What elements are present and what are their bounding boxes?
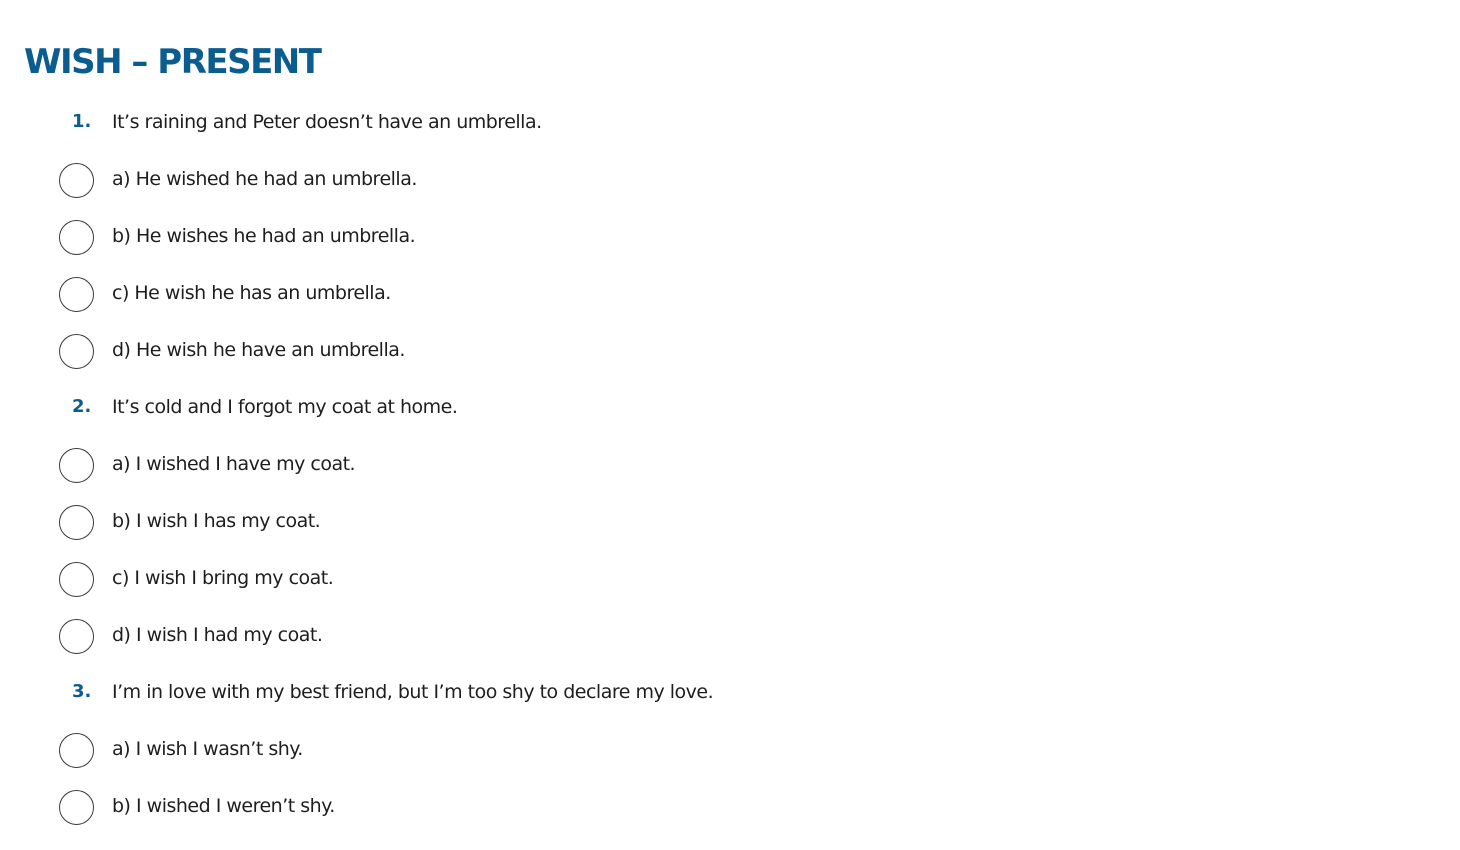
option-3a[interactable]: a) I wish I wasn’t shy. (0, 725, 1460, 782)
option-2b[interactable]: b) I wish I has my coat. (0, 497, 1460, 554)
question-2: 2. It’s cold and I forgot my coat at hom… (0, 383, 1460, 668)
radio-button[interactable] (59, 163, 94, 198)
option-label[interactable]: b) He wishes he had an umbrella. (112, 222, 416, 250)
page-title: WISH – PRESENT (24, 42, 322, 82)
radio-button[interactable] (59, 619, 94, 654)
option-label[interactable]: c) He wish he has an umbrella. (112, 279, 391, 307)
option-label[interactable]: b) I wish I has my coat. (112, 507, 321, 535)
radio-button[interactable] (59, 733, 94, 768)
question-number: 3. (72, 681, 92, 702)
option-label[interactable]: a) I wish I wasn’t shy. (112, 735, 303, 763)
question-text: I’m in love with my best friend, but I’m… (112, 681, 714, 703)
radio-button[interactable] (59, 334, 94, 369)
radio-button[interactable] (59, 448, 94, 483)
option-1b[interactable]: b) He wishes he had an umbrella. (0, 212, 1460, 269)
option-2a[interactable]: a) I wished I have my coat. (0, 440, 1460, 497)
option-3b[interactable]: b) I wished I weren’t shy. (0, 782, 1460, 839)
option-label[interactable]: d) I wish I had my coat. (112, 621, 323, 649)
option-label[interactable]: a) I wished I have my coat. (112, 450, 356, 478)
question-header: 2. It’s cold and I forgot my coat at hom… (0, 383, 1460, 440)
question-header: 3. I’m in love with my best friend, but … (0, 668, 1460, 725)
option-1a[interactable]: a) He wished he had an umbrella. (0, 155, 1460, 212)
question-text: It’s raining and Peter doesn’t have an u… (112, 111, 542, 133)
radio-button[interactable] (59, 220, 94, 255)
question-text: It’s cold and I forgot my coat at home. (112, 396, 458, 418)
option-label[interactable]: c) I wish I bring my coat. (112, 564, 334, 592)
option-2c[interactable]: c) I wish I bring my coat. (0, 554, 1460, 611)
question-header: 1. It’s raining and Peter doesn’t have a… (0, 98, 1460, 155)
option-label[interactable]: b) I wished I weren’t shy. (112, 792, 335, 820)
radio-button[interactable] (59, 505, 94, 540)
option-2d[interactable]: d) I wish I had my coat. (0, 611, 1460, 668)
option-label[interactable]: d) He wish he have an umbrella. (112, 336, 405, 364)
radio-button[interactable] (59, 790, 94, 825)
question-3: 3. I’m in love with my best friend, but … (0, 668, 1460, 839)
radio-button[interactable] (59, 277, 94, 312)
quiz: 1. It’s raining and Peter doesn’t have a… (0, 98, 1460, 839)
question-number: 2. (72, 396, 92, 417)
option-label[interactable]: a) He wished he had an umbrella. (112, 165, 417, 193)
option-1d[interactable]: d) He wish he have an umbrella. (0, 326, 1460, 383)
question-number: 1. (72, 111, 92, 132)
question-1: 1. It’s raining and Peter doesn’t have a… (0, 98, 1460, 383)
radio-button[interactable] (59, 562, 94, 597)
option-1c[interactable]: c) He wish he has an umbrella. (0, 269, 1460, 326)
